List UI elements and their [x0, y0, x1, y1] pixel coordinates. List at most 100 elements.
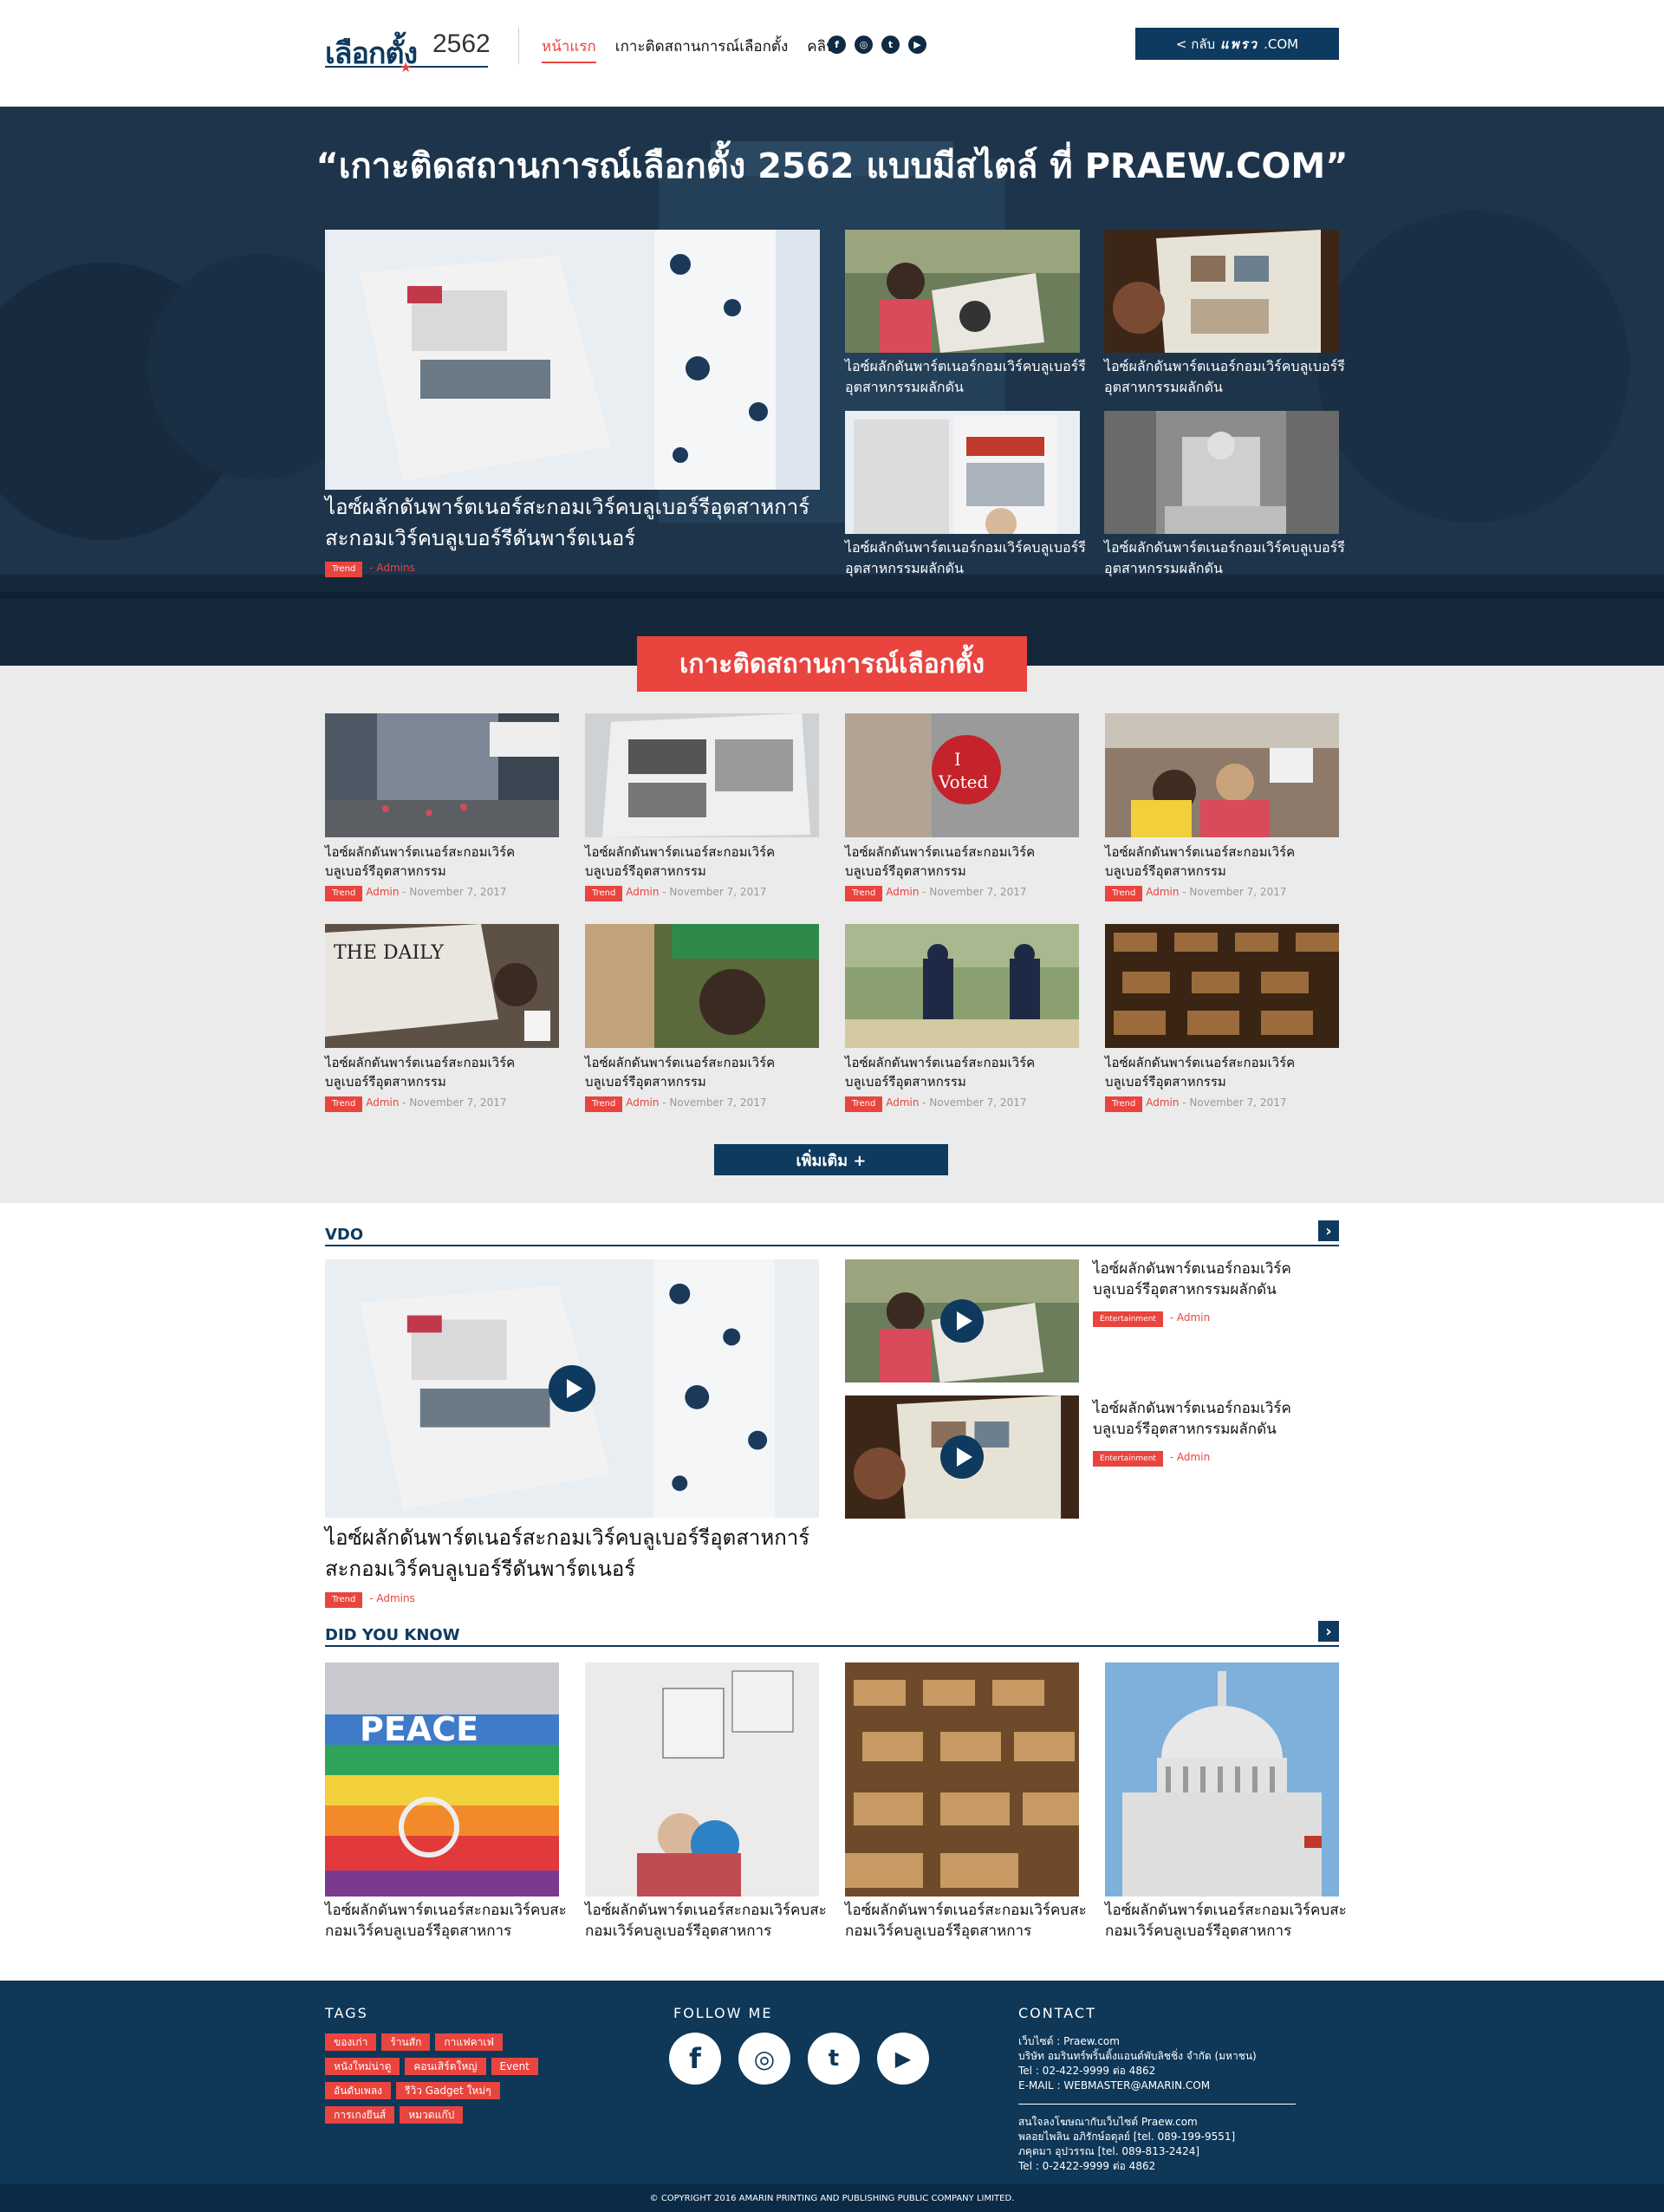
article-title[interactable]: ไอซ์ผลักดันพาร์ตเนอร์สะกอมเวิร์คบลูเบอร์…: [325, 843, 559, 881]
footer-tag[interactable]: กาแฟคาเฟ่: [435, 2033, 503, 2051]
play-icon[interactable]: [940, 1299, 984, 1343]
article-tag[interactable]: Trend: [585, 886, 623, 901]
article-card[interactable]: ไอซ์ผลักดันพาร์ตเนอร์สะกอมเวิร์คบลูเบอร์…: [585, 713, 819, 901]
footer-tag[interactable]: หมวดแก๊ป: [400, 2106, 464, 2124]
article-title[interactable]: ไอซ์ผลักดันพาร์ตเนอร์สะกอมเวิร์คบลูเบอร์…: [585, 1053, 819, 1091]
article-title[interactable]: ไอซ์ผลักดันพาร์ตเนอร์สะกอมเวิร์คบลูเบอร์…: [1105, 1053, 1339, 1091]
article-author[interactable]: Admin: [626, 1096, 659, 1109]
didyouknow-image[interactable]: PEACE: [325, 1662, 559, 1896]
article-author[interactable]: Admin: [366, 1096, 399, 1109]
hero-side-image[interactable]: [845, 230, 1080, 353]
footer-tag[interactable]: Event: [491, 2058, 538, 2075]
vdo-side-title[interactable]: ไอซ์ผลักดันพาร์ตเนอร์กอมเวิร์คบลูเบอร์รี…: [1093, 1259, 1344, 1300]
article-tag[interactable]: Trend: [1105, 886, 1143, 901]
vdo-side-title[interactable]: ไอซ์ผลักดันพาร์ตเนอร์กอมเวิร์คบลูเบอร์รี…: [1093, 1398, 1344, 1440]
article-card[interactable]: ไอซ์ผลักดันพาร์ตเนอร์สะกอมเวิร์คบลูเบอร์…: [845, 924, 1079, 1112]
didyouknow-title[interactable]: ไอซ์ผลักดันพาร์ตเนอร์สะกอมเวิร์คบสะกอมเว…: [845, 1900, 1096, 1942]
instagram-icon[interactable]: ◎: [855, 36, 873, 54]
article-author[interactable]: Admin: [886, 886, 919, 898]
site-logo[interactable]: เลือกตั้ง 2562 ★: [325, 26, 491, 75]
article-tag[interactable]: Trend: [325, 886, 363, 901]
vdo-side-thumbnail[interactable]: [845, 1396, 1079, 1519]
article-tag[interactable]: Trend: [325, 1096, 363, 1112]
didyouknow-title[interactable]: ไอซ์ผลักดันพาร์ตเนอร์สะกอมเวิร์คบสะกอมเว…: [325, 1900, 576, 1942]
article-image[interactable]: THE DAILY: [325, 924, 559, 1048]
footer-tag[interactable]: การเกงยีนส์: [325, 2106, 395, 2124]
vdo-side-tag[interactable]: Entertainment: [1093, 1311, 1163, 1327]
hero-main-title[interactable]: ไอซ์ผลักดันพาร์ตเนอร์สะกอมเวิร์คบลูเบอร์…: [325, 491, 828, 554]
article-tag[interactable]: Trend: [585, 1096, 623, 1112]
play-icon[interactable]: [549, 1365, 595, 1412]
footer-tag[interactable]: คอนเสิร์ตใหญ่: [405, 2058, 486, 2075]
vdo-side-tag[interactable]: Entertainment: [1093, 1451, 1163, 1467]
vdo-side-author[interactable]: - Admin: [1170, 1451, 1210, 1463]
twitter-icon[interactable]: t: [881, 36, 900, 54]
hero-main-tag[interactable]: Trend: [325, 562, 363, 577]
vdo-side-thumbnail[interactable]: [845, 1259, 1079, 1382]
hero-side-title[interactable]: ไอซ์ผลักดันพาร์ตเนอร์กอมเวิร์คบลูเบอร์รี…: [1104, 537, 1347, 579]
article-author[interactable]: Admin: [626, 886, 659, 898]
article-card[interactable]: ไอซ์ผลักดันพาร์ตเนอร์สะกอมเวิร์คบลูเบอร์…: [585, 924, 819, 1112]
footer-tag[interactable]: รีวิว Gadget ใหม่ๆ: [396, 2082, 500, 2099]
article-card[interactable]: ไอซ์ผลักดันพาร์ตเนอร์สะกอมเวิร์คบลูเบอร์…: [325, 713, 559, 901]
back-to-praew-button[interactable]: < กลับ แพรว .COM: [1135, 28, 1339, 60]
article-author[interactable]: Admin: [886, 1096, 919, 1109]
hero-side-image[interactable]: [1104, 411, 1339, 534]
contact-email[interactable]: E-MAIL : WEBMASTER@AMARIN.COM: [1018, 2079, 1296, 2093]
load-more-button[interactable]: เพิ่มเติม +: [714, 1144, 948, 1175]
hero-main-author[interactable]: - Admins: [369, 562, 415, 574]
didyouknow-title[interactable]: ไอซ์ผลักดันพาร์ตเนอร์สะกอมเวิร์คบสะกอมเว…: [1105, 1900, 1356, 1942]
article-image[interactable]: [585, 924, 819, 1048]
footer-tag[interactable]: หนังใหม่น่าดู: [325, 2058, 400, 2075]
vdo-side-author[interactable]: - Admin: [1170, 1311, 1210, 1324]
vdo-more-arrow-icon[interactable]: ›: [1318, 1220, 1339, 1241]
article-image[interactable]: [1105, 924, 1339, 1048]
article-card[interactable]: ไอซ์ผลักดันพาร์ตเนอร์สะกอมเวิร์คบลูเบอร์…: [1105, 713, 1339, 901]
play-icon[interactable]: [940, 1435, 984, 1479]
youtube-icon[interactable]: ▶: [908, 36, 926, 54]
article-title[interactable]: ไอซ์ผลักดันพาร์ตเนอร์สะกอมเวิร์คบลูเบอร์…: [585, 843, 819, 881]
hero-main-image[interactable]: [325, 230, 820, 490]
article-image[interactable]: [585, 713, 819, 837]
didyouknow-image[interactable]: [845, 1662, 1079, 1896]
youtube-icon[interactable]: ▶: [877, 2033, 929, 2085]
hero-side-image[interactable]: [845, 411, 1080, 534]
footer-tag[interactable]: อันดับเพลง: [325, 2082, 392, 2099]
vdo-main-author[interactable]: - Admins: [369, 1592, 415, 1604]
footer-tag[interactable]: ร้านสัก: [381, 2033, 431, 2051]
hero-side-title[interactable]: ไอซ์ผลักดันพาร์ตเนอร์กอมเวิร์คบลูเบอร์รี…: [845, 537, 1088, 579]
hero-side-title[interactable]: ไอซ์ผลักดันพาร์ตเนอร์กอมเวิร์คบลูเบอร์รี…: [1104, 356, 1347, 398]
article-title[interactable]: ไอซ์ผลักดันพาร์ตเนอร์สะกอมเวิร์คบลูเบอร์…: [845, 843, 1079, 881]
article-image[interactable]: [325, 713, 559, 837]
hero-side-title[interactable]: ไอซ์ผลักดันพาร์ตเนอร์กอมเวิร์คบลูเบอร์รี…: [845, 356, 1088, 398]
article-tag[interactable]: Trend: [845, 1096, 883, 1112]
facebook-icon[interactable]: f: [828, 36, 846, 54]
vdo-main-tag[interactable]: Trend: [325, 1592, 363, 1608]
article-author[interactable]: Admin: [366, 886, 399, 898]
article-tag[interactable]: Trend: [845, 886, 883, 901]
article-card[interactable]: THE DAILY ไอซ์ผลักดันพาร์ตเนอร์สะกอมเวิร์…: [325, 924, 559, 1112]
article-card[interactable]: ไอซ์ผลักดันพาร์ตเนอร์สะกอมเวิร์คบลูเบอร์…: [1105, 924, 1339, 1112]
vdo-main-title[interactable]: ไอซ์ผลักดันพาร์ตเนอร์สะกอมเวิร์คบลูเบอร์…: [325, 1522, 828, 1584]
didyouknow-image[interactable]: [1105, 1662, 1339, 1896]
article-image[interactable]: [1105, 713, 1339, 837]
article-title[interactable]: ไอซ์ผลักดันพาร์ตเนอร์สะกอมเวิร์คบลูเบอร์…: [325, 1053, 559, 1091]
footer-tag[interactable]: ของเก่า: [325, 2033, 377, 2051]
article-card[interactable]: I Voted ไอซ์ผลักดันพาร์ตเนอร์สะกอมเวิร์คบล…: [845, 713, 1079, 901]
instagram-icon[interactable]: ◎: [738, 2033, 790, 2085]
article-image[interactable]: [845, 924, 1079, 1048]
vdo-main-thumbnail[interactable]: [325, 1259, 819, 1518]
didyouknow-more-arrow-icon[interactable]: ›: [1318, 1621, 1339, 1642]
didyouknow-title[interactable]: ไอซ์ผลักดันพาร์ตเนอร์สะกอมเวิร์คบสะกอมเว…: [585, 1900, 836, 1942]
facebook-icon[interactable]: f: [669, 2033, 721, 2085]
article-image[interactable]: I Voted: [845, 713, 1079, 837]
article-author[interactable]: Admin: [1146, 886, 1179, 898]
twitter-icon[interactable]: t: [808, 2033, 860, 2085]
nav-election[interactable]: เกาะติดสถานการณ์เลือกตั้ง: [615, 35, 789, 63]
hero-side-image[interactable]: [1104, 230, 1339, 353]
nav-home[interactable]: หน้าแรก: [542, 35, 596, 63]
article-tag[interactable]: Trend: [1105, 1096, 1143, 1112]
article-title[interactable]: ไอซ์ผลักดันพาร์ตเนอร์สะกอมเวิร์คบลูเบอร์…: [1105, 843, 1339, 881]
didyouknow-image[interactable]: [585, 1662, 819, 1896]
article-author[interactable]: Admin: [1146, 1096, 1179, 1109]
